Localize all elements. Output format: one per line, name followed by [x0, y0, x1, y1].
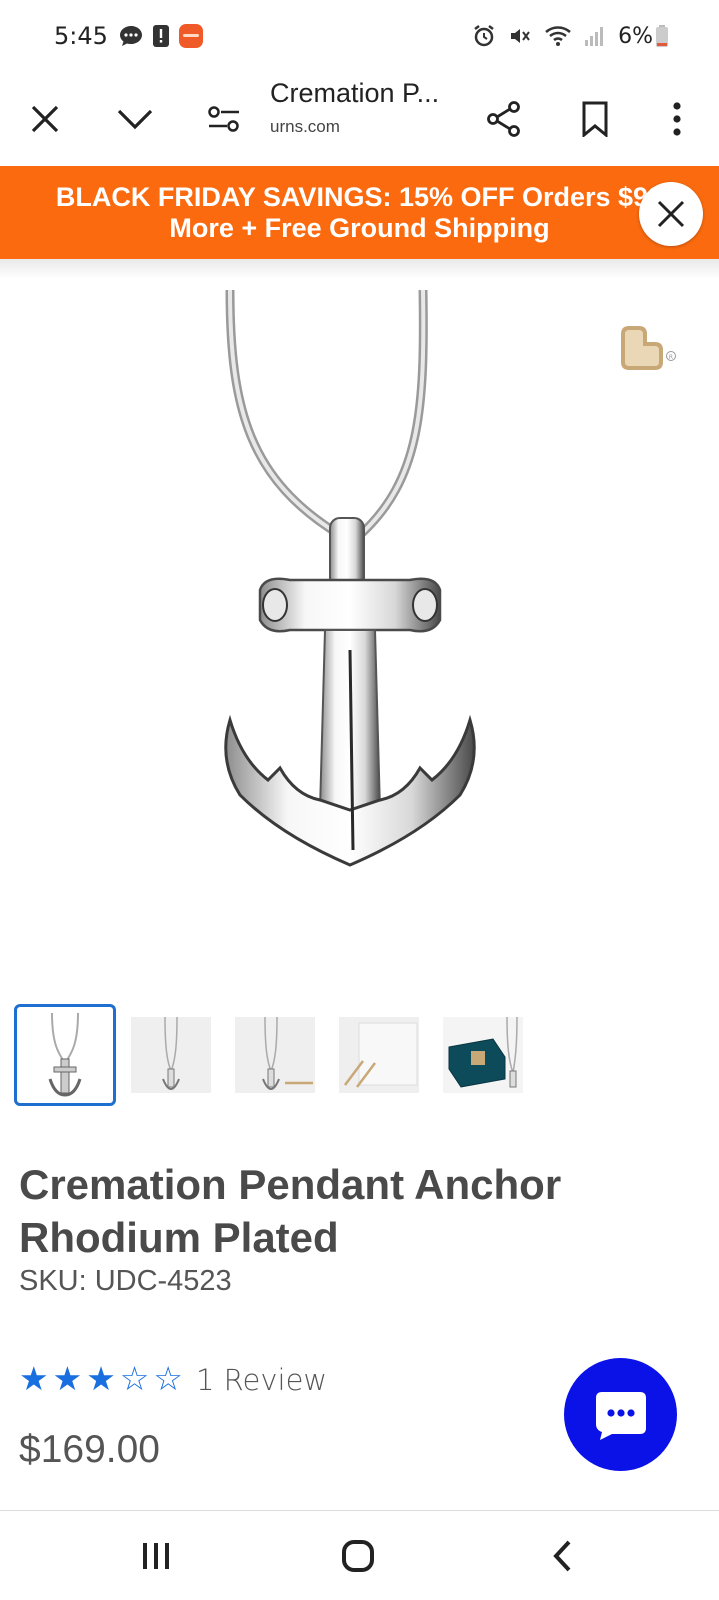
site-settings-button[interactable]	[195, 90, 253, 148]
product-title: Cremation Pendant Anchor Rhodium Plated	[19, 1161, 562, 1261]
minimize-button[interactable]	[106, 90, 164, 148]
bookmark-icon	[582, 101, 608, 137]
recent-apps-icon	[143, 1543, 169, 1569]
sku-label: SKU:	[19, 1265, 87, 1297]
thumbnail-5[interactable]	[432, 1004, 534, 1106]
message-icon	[119, 26, 142, 46]
share-icon	[487, 101, 520, 137]
more-icon	[673, 102, 681, 136]
more-options-button[interactable]	[648, 90, 706, 148]
product-sku: SKU: UDC-4523	[19, 1265, 232, 1298]
signal-icon	[585, 27, 604, 46]
page-title: Cremation P...	[270, 78, 440, 108]
thumbnail-4[interactable]	[328, 1004, 430, 1106]
product-price: $169.00	[19, 1428, 160, 1471]
star-filled-icon: ★	[19, 1360, 49, 1397]
thumbnail-anchor-image	[48, 1013, 82, 1097]
home-button[interactable]	[328, 1531, 388, 1581]
thumbnail-strip	[14, 1004, 614, 1108]
close-icon	[657, 200, 685, 228]
close-icon	[31, 105, 59, 133]
thumbnail-image	[339, 1017, 419, 1093]
star-empty-icon: ☆	[153, 1360, 183, 1397]
notification-icons	[118, 23, 204, 49]
sku-value: UDC-4523	[94, 1265, 232, 1297]
rating-stars[interactable]: ★ ★ ★ ☆ ☆	[19, 1362, 183, 1395]
back-icon	[553, 1540, 571, 1572]
thumbnail-image	[235, 1016, 315, 1093]
close-tab-button[interactable]	[16, 90, 74, 148]
promo-line-1: BLACK FRIDAY SAVINGS: 15% OFF Orders $99	[55, 182, 664, 212]
thumbnail-image	[131, 1016, 211, 1093]
svg-text:R: R	[669, 354, 673, 361]
recent-apps-button[interactable]	[126, 1531, 186, 1581]
banner-shadow	[0, 259, 719, 279]
url-area[interactable]: Cremation P... urns.com	[270, 78, 460, 137]
chat-icon	[595, 1391, 646, 1440]
thumbnail-1[interactable]	[14, 1004, 116, 1106]
wifi-icon	[545, 26, 571, 46]
chat-button[interactable]	[564, 1358, 677, 1471]
browser-toolbar: Cremation P... urns.com	[0, 72, 719, 166]
status-time: 5:45	[54, 22, 108, 50]
star-filled-icon: ★	[86, 1360, 116, 1397]
wishlist-icon[interactable]: R	[617, 324, 679, 374]
alert-icon	[152, 25, 169, 47]
product-image[interactable]	[170, 290, 530, 890]
app-notification-icon	[178, 24, 203, 48]
home-icon	[342, 1540, 374, 1572]
promo-banner[interactable]: BLACK FRIDAY SAVINGS: 15% OFF Orders $99…	[0, 166, 719, 259]
promo-close-button[interactable]	[639, 182, 703, 246]
battery-icon	[656, 25, 668, 47]
star-empty-icon: ☆	[119, 1360, 150, 1397]
star-filled-icon: ★	[52, 1360, 83, 1397]
bookmark-button[interactable]	[566, 90, 624, 148]
chevron-down-icon	[117, 109, 153, 130]
alarm-icon	[474, 25, 494, 47]
share-button[interactable]	[475, 90, 533, 148]
promo-text: BLACK FRIDAY SAVINGS: 15% OFF Orders $99…	[0, 182, 719, 244]
promo-line-2: More + Free Ground Shipping	[169, 213, 550, 243]
status-bar: 5:45 6%	[0, 0, 719, 72]
mute-icon	[511, 29, 530, 43]
system-navigation-bar	[0, 1510, 719, 1600]
thumbnail-2[interactable]	[120, 1004, 222, 1106]
page-domain: urns.com	[270, 117, 340, 136]
thumbnail-image	[443, 1016, 523, 1093]
thumbnail-3[interactable]	[224, 1004, 326, 1106]
back-button[interactable]	[532, 1531, 592, 1581]
review-count-link[interactable]: 1 Review	[196, 1363, 327, 1397]
battery-percent: 6%	[618, 23, 653, 49]
site-settings-icon	[208, 106, 239, 132]
